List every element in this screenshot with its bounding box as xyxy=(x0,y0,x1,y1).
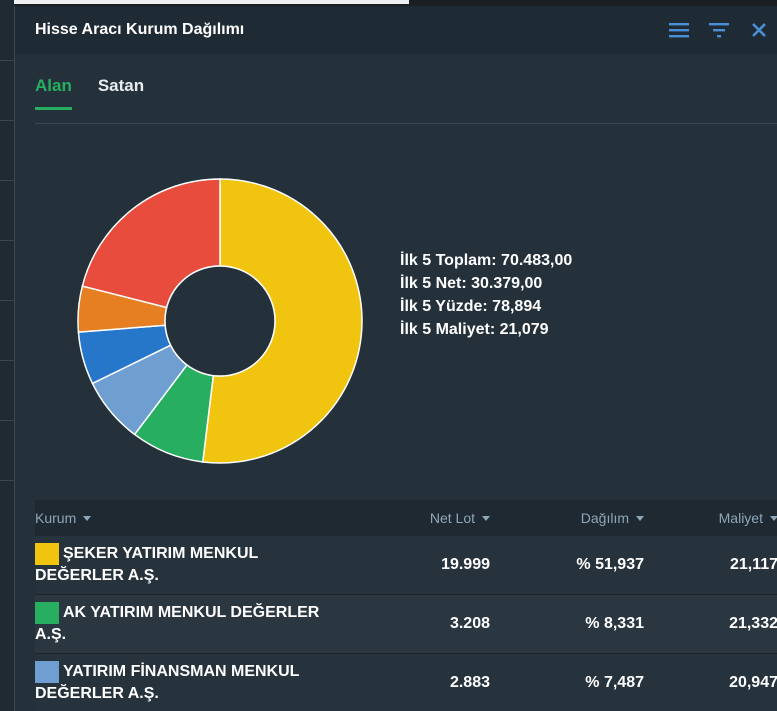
widget-title: Hisse Aracı Kurum Dağılımı xyxy=(35,21,245,38)
color-swatch xyxy=(35,602,59,624)
broker-table: Kurum Net Lot Dağılım Maliyet ŞEKER YATI… xyxy=(35,500,777,711)
filter-icon[interactable] xyxy=(706,19,732,41)
share-cell: % 7,487 xyxy=(585,674,644,691)
share-cell: % 8,331 xyxy=(585,615,644,632)
share-cell: % 51,937 xyxy=(576,556,644,573)
top5-net: İlk 5 Net: 30.379,00 xyxy=(400,275,543,292)
net-lot-cell: 2.883 xyxy=(449,674,490,691)
broker-name-line1: ŞEKER YATIRIM MENKUL xyxy=(63,545,259,562)
sort-caret-icon xyxy=(83,515,92,521)
broker-name-line1: AK YATIRIM MENKUL DEĞERLER xyxy=(63,604,320,621)
sort-caret-icon xyxy=(636,515,644,521)
column-dagilim[interactable]: Dağılım xyxy=(490,510,644,526)
top5-cost: İlk 5 Maliyet: 21,079 xyxy=(400,321,549,338)
tab-alan[interactable]: Alan xyxy=(35,76,72,110)
top5-total: İlk 5 Toplam: 70.483,00 xyxy=(400,252,573,269)
menu-icon[interactable] xyxy=(666,19,692,41)
tab-bar: Alan Satan xyxy=(35,76,144,110)
table-row[interactable]: ŞEKER YATIRIM MENKUL DEĞERLER A.Ş. 19.99… xyxy=(35,536,777,595)
color-swatch xyxy=(35,543,59,565)
donut-hole xyxy=(164,265,276,377)
table-row[interactable]: AK YATIRIM MENKUL DEĞERLER A.Ş. 3.208 % … xyxy=(35,595,777,654)
broker-name-line1: YATIRIM FİNANSMAN MENKUL xyxy=(63,663,300,680)
sort-caret-icon xyxy=(770,515,777,521)
tab-divider xyxy=(35,123,777,124)
top5-stats: İlk 5 Toplam: 70.483,00 İlk 5 Net: 30.37… xyxy=(400,249,572,341)
table-row[interactable]: YATIRIM FİNANSMAN MENKUL DEĞERLER A.Ş. 2… xyxy=(35,654,777,711)
top5-percent: İlk 5 Yüzde: 78,894 xyxy=(400,298,542,315)
widget-titlebar: Hisse Aracı Kurum Dağılımı xyxy=(15,6,777,54)
broker-name-line2: A.Ş. xyxy=(35,626,67,643)
column-net-lot[interactable]: Net Lot xyxy=(390,510,490,526)
color-swatch xyxy=(35,661,59,683)
sort-caret-icon xyxy=(482,515,490,521)
column-kurum[interactable]: Kurum xyxy=(35,507,390,529)
cost-cell: 20,947 xyxy=(729,674,777,691)
table-header: Kurum Net Lot Dağılım Maliyet xyxy=(35,500,777,536)
column-maliyet[interactable]: Maliyet xyxy=(644,510,777,526)
broker-distribution-widget: Hisse Aracı Kurum Dağılımı Alan Satan İl… xyxy=(14,6,777,711)
background-strip xyxy=(0,0,14,711)
close-icon[interactable] xyxy=(746,19,772,41)
cost-cell: 21,117 xyxy=(729,556,777,573)
donut-chart xyxy=(77,178,363,464)
tab-satan[interactable]: Satan xyxy=(98,76,144,110)
broker-name-line2: DEĞERLER A.Ş. xyxy=(35,567,159,584)
cost-cell: 21,332 xyxy=(729,615,777,632)
net-lot-cell: 19.999 xyxy=(441,556,490,573)
net-lot-cell: 3.208 xyxy=(449,615,490,632)
broker-name-line2: DEĞERLER A.Ş. xyxy=(35,685,159,702)
table-body: ŞEKER YATIRIM MENKUL DEĞERLER A.Ş. 19.99… xyxy=(35,536,777,711)
